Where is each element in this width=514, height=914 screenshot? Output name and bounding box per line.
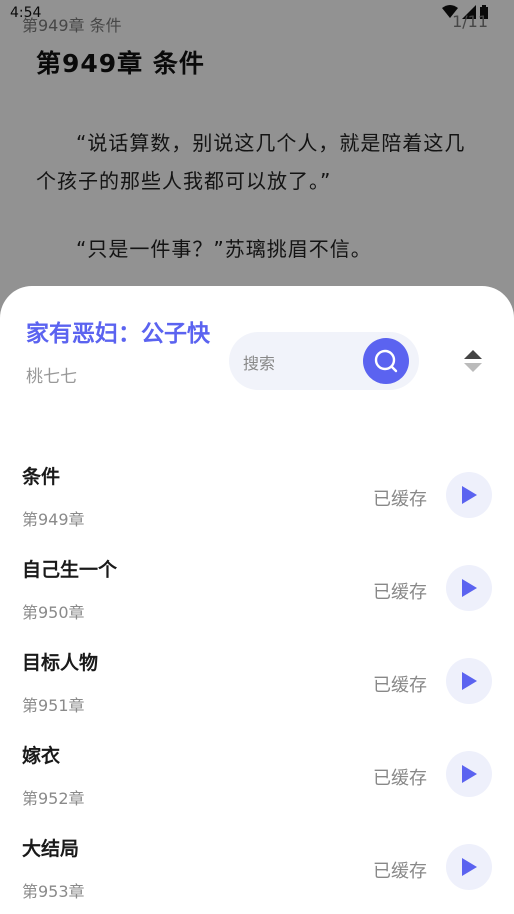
book-title: 家有恶妇：公子快 bbox=[26, 321, 210, 347]
author-name: 桃七七 bbox=[26, 367, 77, 387]
chapter-name: 条件 bbox=[22, 466, 61, 488]
play-icon bbox=[462, 765, 477, 783]
chapter-item[interactable]: 嫁衣 第952章 已缓存 bbox=[0, 725, 514, 818]
chapter-number: 第950章 bbox=[22, 603, 85, 622]
chapter-name: 目标人物 bbox=[22, 652, 99, 674]
chapter-number: 第951章 bbox=[22, 696, 85, 715]
cache-status: 已缓存 bbox=[373, 768, 427, 789]
play-button[interactable] bbox=[446, 844, 492, 890]
chapter-item[interactable]: 自己生一个 第950章 已缓存 bbox=[0, 539, 514, 632]
play-icon bbox=[462, 486, 477, 504]
play-icon bbox=[462, 672, 477, 690]
play-icon bbox=[462, 858, 477, 876]
search-input[interactable]: 搜索 bbox=[243, 350, 275, 374]
search-button[interactable] bbox=[363, 338, 409, 384]
chapter-name: 大结局 bbox=[22, 838, 80, 860]
chapter-item[interactable]: 目标人物 第951章 已缓存 bbox=[0, 632, 514, 725]
chapter-item[interactable]: 条件 第949章 已缓存 bbox=[0, 446, 514, 539]
play-button[interactable] bbox=[446, 658, 492, 704]
chapter-list: 条件 第949章 已缓存 自己生一个 第950章 已缓存 目标人物 第951章 … bbox=[0, 446, 514, 911]
sort-order-icon[interactable] bbox=[462, 348, 484, 374]
chapter-number: 第953章 bbox=[22, 882, 85, 901]
chapter-item[interactable]: 大结局 第953章 已缓存 bbox=[0, 818, 514, 911]
chapter-number: 第952章 bbox=[22, 789, 85, 808]
cache-status: 已缓存 bbox=[373, 675, 427, 696]
search-icon bbox=[374, 349, 398, 373]
search-box[interactable]: 搜索 bbox=[229, 332, 419, 390]
chapter-name: 自己生一个 bbox=[22, 559, 118, 581]
chapter-sheet: 家有恶妇：公子快 桃七七 搜索 条件 第949章 已缓存 自己生一个 第950章… bbox=[0, 286, 514, 914]
cache-status: 已缓存 bbox=[373, 489, 427, 510]
play-icon bbox=[462, 579, 477, 597]
chapter-number: 第949章 bbox=[22, 510, 85, 529]
cache-status: 已缓存 bbox=[373, 582, 427, 603]
play-button[interactable] bbox=[446, 472, 492, 518]
play-button[interactable] bbox=[446, 751, 492, 797]
play-button[interactable] bbox=[446, 565, 492, 611]
cache-status: 已缓存 bbox=[373, 861, 427, 882]
chapter-name: 嫁衣 bbox=[22, 745, 61, 767]
